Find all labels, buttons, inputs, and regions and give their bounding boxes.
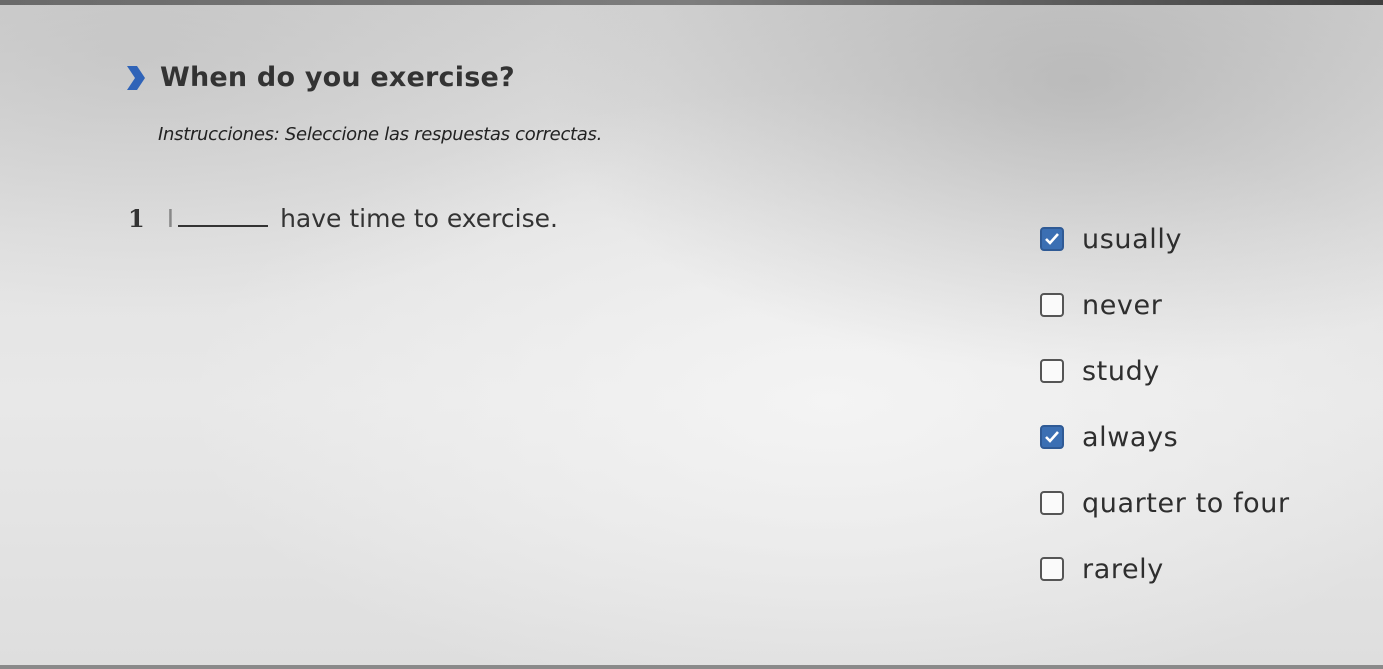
answer-blank	[178, 205, 269, 227]
option-always[interactable]: always	[1040, 404, 1360, 470]
option-label: study	[1082, 355, 1160, 387]
answer-options-list: usually never study always quarter to fo…	[1040, 206, 1360, 602]
option-rarely[interactable]: rarely	[1040, 536, 1360, 602]
screen-bottom-edge	[0, 665, 1383, 669]
checkbox-checked[interactable]	[1040, 227, 1064, 251]
chevron-right-icon	[124, 63, 146, 93]
screen-top-edge	[0, 0, 1383, 5]
option-label: quarter to four	[1082, 487, 1290, 519]
section-header: When do you exercise?	[124, 62, 515, 93]
question-item: 1 I have time to exercise.	[128, 204, 558, 233]
question-text-before-blank: I	[166, 204, 175, 233]
page-title: When do you exercise?	[160, 62, 515, 93]
option-label: usually	[1082, 223, 1183, 255]
checkbox-unchecked[interactable]	[1040, 359, 1064, 383]
option-usually[interactable]: usually	[1040, 206, 1360, 272]
instructions-text: Instrucciones: Seleccione las respuestas…	[158, 124, 603, 145]
question-number: 1	[128, 204, 145, 233]
checkmark-icon	[1045, 233, 1059, 245]
question-text-after-blank: have time to exercise.	[280, 204, 558, 233]
option-study[interactable]: study	[1040, 338, 1360, 404]
checkbox-unchecked[interactable]	[1040, 557, 1064, 581]
option-never[interactable]: never	[1040, 272, 1360, 338]
option-quarter-to-four[interactable]: quarter to four	[1040, 470, 1360, 536]
checkmark-icon	[1045, 431, 1059, 443]
checkbox-unchecked[interactable]	[1040, 491, 1064, 515]
checkbox-checked[interactable]	[1040, 425, 1064, 449]
option-label: always	[1082, 421, 1179, 453]
option-label: rarely	[1082, 553, 1164, 585]
checkbox-unchecked[interactable]	[1040, 293, 1064, 317]
option-label: never	[1082, 289, 1163, 321]
